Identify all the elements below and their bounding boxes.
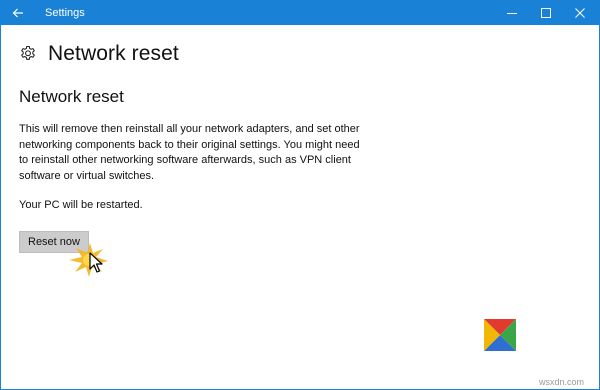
watermark-text: wsxdn.com <box>539 377 585 387</box>
back-button[interactable] <box>1 1 35 25</box>
minimize-icon <box>507 8 517 18</box>
page-header: Network reset <box>19 41 179 67</box>
gear-icon <box>19 45 37 63</box>
close-icon <box>575 8 585 18</box>
page-title: Network reset <box>48 42 179 65</box>
maximize-icon <box>541 8 551 18</box>
back-arrow-icon <box>12 8 24 18</box>
settings-window: Settings Network reset Network reset Thi… <box>0 0 600 390</box>
minimize-button[interactable] <box>495 1 529 25</box>
window-title: Settings <box>45 7 85 19</box>
close-button[interactable] <box>563 1 597 25</box>
mouse-cursor-icon <box>63 239 109 279</box>
description-text: This will remove then reinstall all your… <box>19 123 360 182</box>
restart-note: Your PC will be restarted. <box>19 199 143 211</box>
title-bar: Settings <box>1 1 599 25</box>
section-title: Network reset <box>19 87 124 106</box>
maximize-button[interactable] <box>529 1 563 25</box>
watermark-logo <box>484 319 516 351</box>
